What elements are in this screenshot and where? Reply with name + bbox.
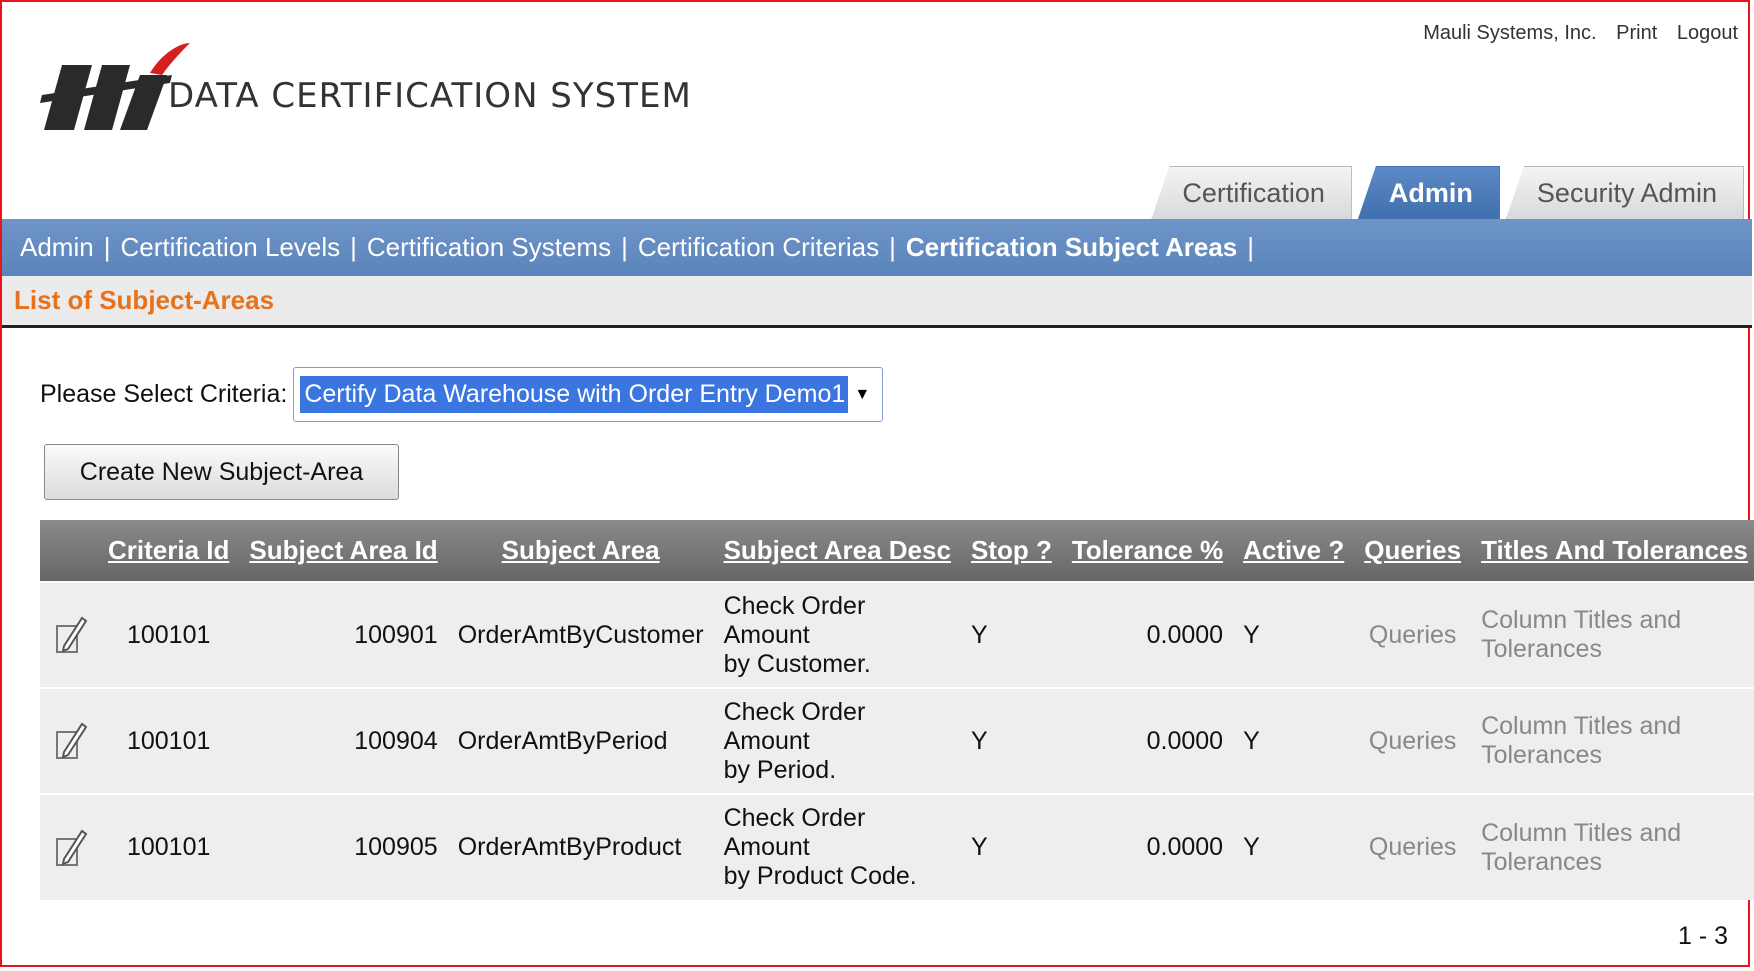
nav-separator: |	[350, 232, 357, 262]
subject-areas-table: Criteria Id Subject Area Id Subject Area…	[40, 520, 1754, 900]
titles-line: Tolerances	[1481, 847, 1602, 876]
queries-link[interactable]: Queries	[1354, 582, 1471, 688]
nav-separator: |	[1247, 232, 1255, 262]
nav-separator: |	[103, 232, 111, 262]
cell-stop: Y	[970, 620, 988, 649]
nav-separator: |	[621, 232, 628, 262]
desc-line: by Period.	[723, 755, 837, 784]
tab-admin[interactable]: Admin	[1357, 166, 1500, 219]
app-title: DATA CERTIFICATION SYSTEM	[168, 76, 692, 116]
main-tabs: Certification Admin Security Admin	[1145, 164, 1744, 219]
table-row: 100101 100905 OrderAmtByProduct Check Or…	[40, 794, 1754, 900]
header-active[interactable]: Active ?	[1233, 520, 1354, 582]
company-logo	[40, 43, 190, 130]
cell-subject-area: OrderAmtByCustomer	[457, 620, 704, 649]
header-subject-area-desc[interactable]: Subject Area Desc	[714, 520, 961, 582]
header-criteria-id[interactable]: Criteria Id	[98, 520, 239, 582]
table-header-row: Criteria Id Subject Area Id Subject Area…	[40, 520, 1754, 582]
titles-tolerances-link[interactable]: Column Titles and Tolerances	[1471, 794, 1754, 900]
titles-line: Column Titles and	[1481, 712, 1682, 740]
cell-active: Y	[1243, 833, 1260, 861]
nav-certification-subject-areas[interactable]: Certification Subject Areas	[906, 232, 1237, 263]
app-frame: DATA CERTIFICATION SYSTEM Mauli Systems,…	[0, 0, 1754, 967]
edit-pencil-icon[interactable]	[54, 720, 88, 762]
titles-tolerances-link[interactable]: Column Titles and Tolerances	[1471, 582, 1754, 688]
table-row: 100101 100904 OrderAmtByPeriod Check Ord…	[40, 688, 1754, 794]
edit-cell	[40, 794, 98, 900]
desc-line: by Customer.	[723, 649, 871, 678]
cell-stop: Y	[970, 833, 988, 861]
desc-line: Check Order Amount	[723, 804, 866, 861]
titles-line: Tolerances	[1481, 635, 1602, 663]
tab-security-admin[interactable]: Security Admin	[1505, 166, 1744, 219]
header-tolerance[interactable]: Tolerance %	[1062, 520, 1233, 582]
cell-subject-area-id: 100904	[354, 726, 438, 755]
cell-subject-area-desc: Check Order Amount by Customer.	[714, 582, 961, 688]
cell-subject-area-id: 100905	[354, 833, 438, 861]
header-stop[interactable]: Stop ?	[961, 520, 1062, 582]
edit-cell	[40, 582, 98, 688]
cell-active: Y	[1243, 726, 1260, 755]
edit-pencil-icon[interactable]	[54, 827, 88, 869]
print-link[interactable]: Print	[1616, 22, 1657, 44]
nav-certification-systems[interactable]: Certification Systems	[367, 232, 611, 263]
table-row: 100101 100901 OrderAmtByCustomer Check O…	[40, 582, 1754, 688]
logout-link[interactable]: Logout	[1677, 22, 1738, 44]
desc-line: Check Order Amount	[723, 591, 866, 649]
cell-subject-area: OrderAmtByProduct	[457, 833, 682, 861]
header-subject-area-id[interactable]: Subject Area Id	[239, 520, 447, 582]
cell-criteria-id: 100101	[126, 833, 211, 861]
criteria-select-value: Certify Data Warehouse with Order Entry …	[300, 376, 849, 413]
cell-tolerance: 0.0000	[1146, 833, 1224, 861]
header-titles-tolerances[interactable]: Titles And Tolerances	[1471, 520, 1754, 582]
cell-criteria-id: 100101	[126, 726, 211, 755]
nav-certification-criterias[interactable]: Certification Criterias	[638, 232, 879, 263]
nav-separator: |	[889, 232, 896, 262]
pagination-info: 1 - 3	[1677, 922, 1728, 950]
queries-link[interactable]: Queries	[1354, 794, 1471, 900]
header-edit	[40, 520, 98, 582]
cell-subject-area: OrderAmtByPeriod	[457, 726, 668, 755]
create-subject-area-button[interactable]: Create New Subject-Area	[44, 444, 399, 500]
criteria-select[interactable]: Certify Data Warehouse with Order Entry …	[293, 367, 884, 422]
cell-subject-area-desc: Check Order Amount by Period.	[714, 688, 961, 794]
cell-subject-area-desc: Check Order Amount by Product Code.	[714, 794, 961, 900]
top-links: Mauli Systems, Inc. Print Logout	[1409, 22, 1738, 45]
company-name: Mauli Systems, Inc.	[1423, 22, 1597, 44]
admin-subnav: Admin | Certification Levels | Certifica…	[2, 219, 1752, 276]
edit-pencil-icon[interactable]	[54, 614, 88, 656]
cell-tolerance: 0.0000	[1146, 620, 1224, 649]
criteria-label: Please Select Criteria:	[40, 380, 288, 408]
desc-line: by Product Code.	[723, 862, 917, 890]
nav-certification-levels[interactable]: Certification Levels	[120, 232, 340, 263]
header-queries[interactable]: Queries	[1354, 520, 1471, 582]
titles-line: Column Titles and	[1481, 818, 1682, 847]
chevron-down-icon: ▼	[854, 385, 871, 403]
desc-line: Check Order Amount	[723, 697, 866, 755]
cell-stop: Y	[970, 726, 988, 755]
tab-certification[interactable]: Certification	[1151, 166, 1352, 219]
titles-line: Tolerances	[1481, 741, 1602, 769]
titles-line: Column Titles and	[1481, 606, 1682, 634]
criteria-row: Please Select Criteria: Certify Data War…	[40, 367, 884, 422]
cell-criteria-id: 100101	[126, 620, 211, 649]
edit-cell	[40, 688, 98, 794]
page-title: List of Subject-Areas	[2, 276, 1752, 328]
header-subject-area[interactable]: Subject Area	[448, 520, 714, 582]
cell-subject-area-id: 100901	[354, 620, 438, 649]
cell-active: Y	[1243, 620, 1260, 649]
queries-link[interactable]: Queries	[1354, 688, 1471, 794]
nav-admin[interactable]: Admin	[20, 232, 94, 263]
titles-tolerances-link[interactable]: Column Titles and Tolerances	[1471, 688, 1754, 794]
cell-tolerance: 0.0000	[1146, 726, 1224, 755]
